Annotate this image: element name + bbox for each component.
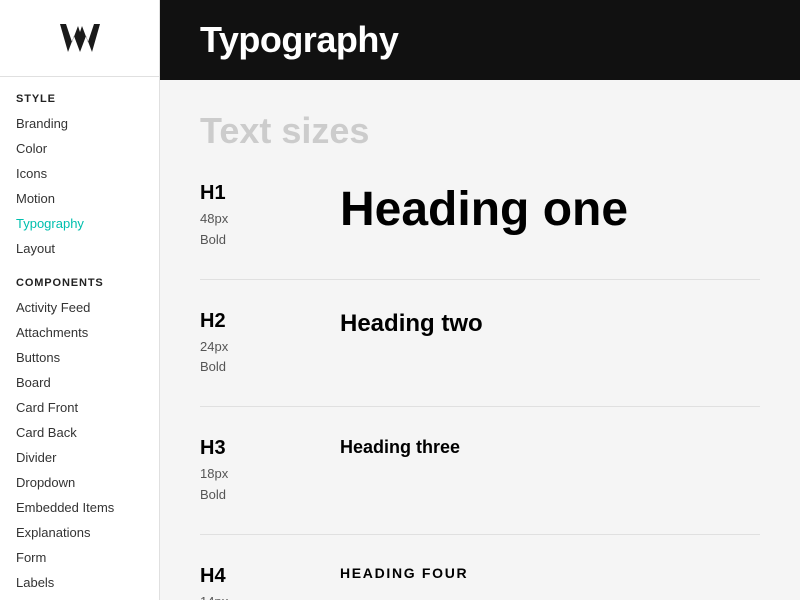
sidebar-item-labels[interactable]: Labels bbox=[0, 570, 159, 595]
type-row-h1: H1 48px Bold Heading one bbox=[200, 182, 760, 280]
sidebar-item-explanations[interactable]: Explanations bbox=[0, 520, 159, 545]
sidebar-item-form[interactable]: Form bbox=[0, 545, 159, 570]
type-preview-h2: Heading two bbox=[340, 310, 760, 338]
sidebar-item-attachments[interactable]: Attachments bbox=[0, 320, 159, 345]
h1-preview-text: Heading one bbox=[340, 182, 628, 237]
sidebar-item-divider[interactable]: Divider bbox=[0, 445, 159, 470]
type-weight-h2: Bold bbox=[200, 357, 340, 378]
sidebar-item-motion[interactable]: Motion bbox=[0, 186, 159, 211]
sidebar-item-board[interactable]: Board bbox=[0, 370, 159, 395]
type-preview-h4: HEADING FOUR bbox=[340, 565, 760, 581]
main-area: Typography Text sizes H1 48px Bold Headi… bbox=[160, 0, 800, 600]
type-size-h3: 18px bbox=[200, 464, 340, 485]
type-meta-h4: H4 14px Bold 2px letter spacing bbox=[200, 565, 340, 600]
components-section-label: COMPONENTS bbox=[0, 261, 159, 295]
sidebar-item-typography[interactable]: Typography bbox=[0, 211, 159, 236]
sidebar-item-dropdown[interactable]: Dropdown bbox=[0, 470, 159, 495]
sidebar-item-links[interactable]: Links bbox=[0, 595, 159, 600]
h2-preview-text: Heading two bbox=[340, 310, 483, 338]
sidebar-item-card-front[interactable]: Card Front bbox=[0, 395, 159, 420]
type-label-h3: H3 bbox=[200, 437, 340, 460]
sidebar-item-layout[interactable]: Layout bbox=[0, 236, 159, 261]
type-size-h1: 48px bbox=[200, 209, 340, 230]
sidebar-item-card-back[interactable]: Card Back bbox=[0, 420, 159, 445]
type-meta-h1: H1 48px Bold bbox=[200, 182, 340, 251]
type-preview-h1: Heading one bbox=[340, 182, 760, 237]
sidebar-item-embedded-items[interactable]: Embedded Items bbox=[0, 495, 159, 520]
type-label-h1: H1 bbox=[200, 182, 340, 205]
h3-preview-text: Heading three bbox=[340, 437, 460, 458]
type-weight-h3: Bold bbox=[200, 485, 340, 506]
type-label-h4: H4 bbox=[200, 565, 340, 588]
type-size-h4: 14px bbox=[200, 592, 340, 600]
logo bbox=[0, 0, 159, 77]
type-row-h3: H3 18px Bold Heading three bbox=[200, 437, 760, 535]
page-title: Typography bbox=[200, 19, 398, 61]
sidebar-item-icons[interactable]: Icons bbox=[0, 161, 159, 186]
sidebar: STYLE Branding Color Icons Motion Typogr… bbox=[0, 0, 160, 600]
type-row-h4: H4 14px Bold 2px letter spacing HEADING … bbox=[200, 565, 760, 600]
sidebar-item-activity-feed[interactable]: Activity Feed bbox=[0, 295, 159, 320]
type-label-h2: H2 bbox=[200, 310, 340, 333]
w-logo-icon bbox=[60, 18, 100, 58]
main-content: Text sizes H1 48px Bold Heading one H2 2… bbox=[160, 80, 800, 600]
type-size-h2: 24px bbox=[200, 337, 340, 358]
style-section-label: STYLE bbox=[0, 77, 159, 111]
section-title: Text sizes bbox=[200, 110, 760, 152]
type-weight-h1: Bold bbox=[200, 230, 340, 251]
type-preview-h3: Heading three bbox=[340, 437, 760, 458]
sidebar-item-branding[interactable]: Branding bbox=[0, 111, 159, 136]
h4-preview-text: HEADING FOUR bbox=[340, 565, 468, 581]
sidebar-item-color[interactable]: Color bbox=[0, 136, 159, 161]
type-meta-h3: H3 18px Bold bbox=[200, 437, 340, 506]
sidebar-item-buttons[interactable]: Buttons bbox=[0, 345, 159, 370]
type-row-h2: H2 24px Bold Heading two bbox=[200, 310, 760, 408]
type-meta-h2: H2 24px Bold bbox=[200, 310, 340, 379]
main-header: Typography bbox=[160, 0, 800, 80]
